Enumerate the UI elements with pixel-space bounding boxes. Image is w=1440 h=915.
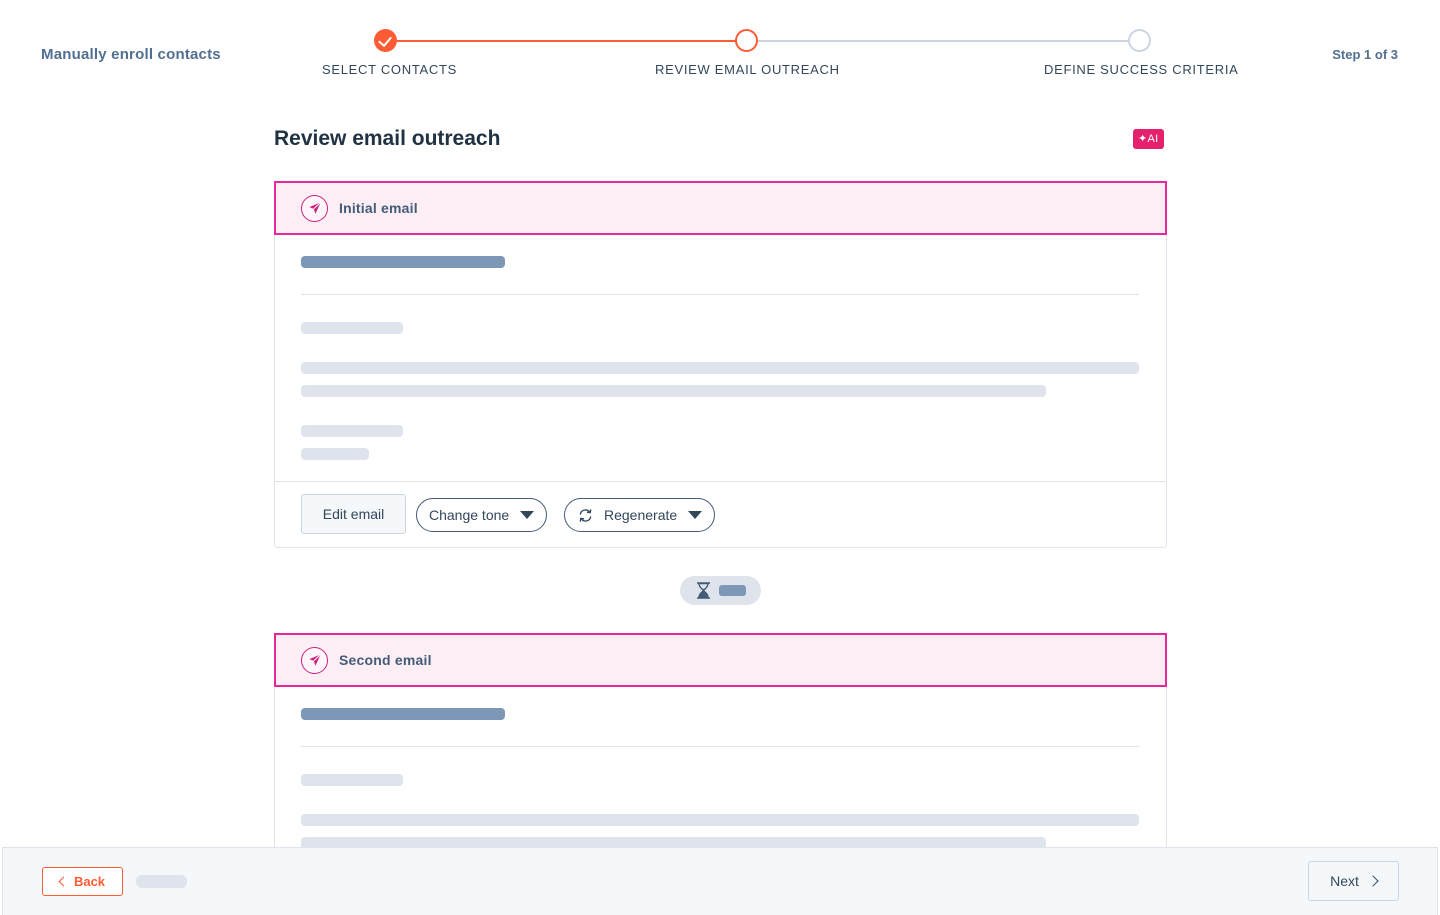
- caret-down-icon: [688, 511, 703, 519]
- chevron-right-icon: [1367, 875, 1379, 887]
- page-heading: Manually enroll contacts: [41, 46, 221, 63]
- hourglass-icon: [696, 582, 710, 599]
- wizard-header: Manually enroll contacts SELECT CONTACTS…: [0, 0, 1440, 100]
- refresh-icon: [579, 508, 592, 522]
- paper-plane-icon: [301, 194, 328, 222]
- step-label-review-email-outreach: REVIEW EMAIL OUTREACH: [655, 62, 840, 77]
- skeleton-subject: [301, 708, 505, 720]
- paper-plane-icon: [301, 646, 328, 674]
- skeleton-subject: [301, 256, 505, 268]
- chevron-left-icon: [58, 876, 69, 887]
- caret-down-icon: [520, 511, 535, 519]
- content-title: Review email outreach: [274, 127, 501, 150]
- skeleton-body-line: [301, 362, 1139, 374]
- stepper-track-complete: [397, 40, 736, 42]
- skeleton-signature: [301, 448, 369, 460]
- regenerate-dropdown[interactable]: Regenerate: [564, 498, 716, 532]
- step-upcoming-indicator: [1128, 29, 1151, 52]
- skeleton-body-line: [301, 814, 1139, 826]
- skeleton-signoff: [301, 425, 403, 437]
- step-label-select-contacts: SELECT CONTACTS: [322, 62, 457, 77]
- step-complete-check-icon: [374, 29, 397, 52]
- step-label-define-success-criteria: DEFINE SUCCESS CRITERIA: [1044, 62, 1239, 77]
- edit-email-button[interactable]: Edit email: [301, 494, 406, 534]
- change-tone-dropdown[interactable]: Change tone: [416, 498, 548, 532]
- next-label: Next: [1330, 873, 1359, 889]
- change-tone-label: Change tone: [429, 507, 510, 523]
- divider: [301, 746, 1139, 747]
- skeleton-footer-status: [136, 875, 187, 888]
- skeleton-delay-value: [718, 585, 746, 596]
- delay-indicator[interactable]: [680, 576, 761, 605]
- email-card-actions: Edit email Change tone Regenerate: [275, 481, 1166, 547]
- ai-badge: ✦AI: [1133, 129, 1164, 149]
- skeleton-body-line: [301, 385, 1046, 397]
- back-button[interactable]: Back: [42, 867, 123, 896]
- email-card-header[interactable]: Second email: [274, 633, 1167, 687]
- regenerate-label: Regenerate: [604, 507, 678, 523]
- stepper-track-upcoming: [758, 40, 1128, 42]
- skeleton-greeting: [301, 774, 403, 786]
- divider: [301, 294, 1139, 295]
- email-card-initial: Initial email Edit email Change tone Reg…: [274, 181, 1167, 548]
- email-card-title: Second email: [339, 652, 432, 668]
- email-card-header[interactable]: Initial email: [274, 181, 1167, 235]
- skeleton-greeting: [301, 322, 403, 334]
- step-counter: Step 1 of 3: [1332, 47, 1398, 62]
- next-button[interactable]: Next: [1308, 861, 1399, 901]
- email-card-title: Initial email: [339, 200, 418, 216]
- footer-bar: Back Next: [2, 847, 1438, 915]
- step-active-indicator: [735, 29, 758, 52]
- back-label: Back: [73, 874, 106, 889]
